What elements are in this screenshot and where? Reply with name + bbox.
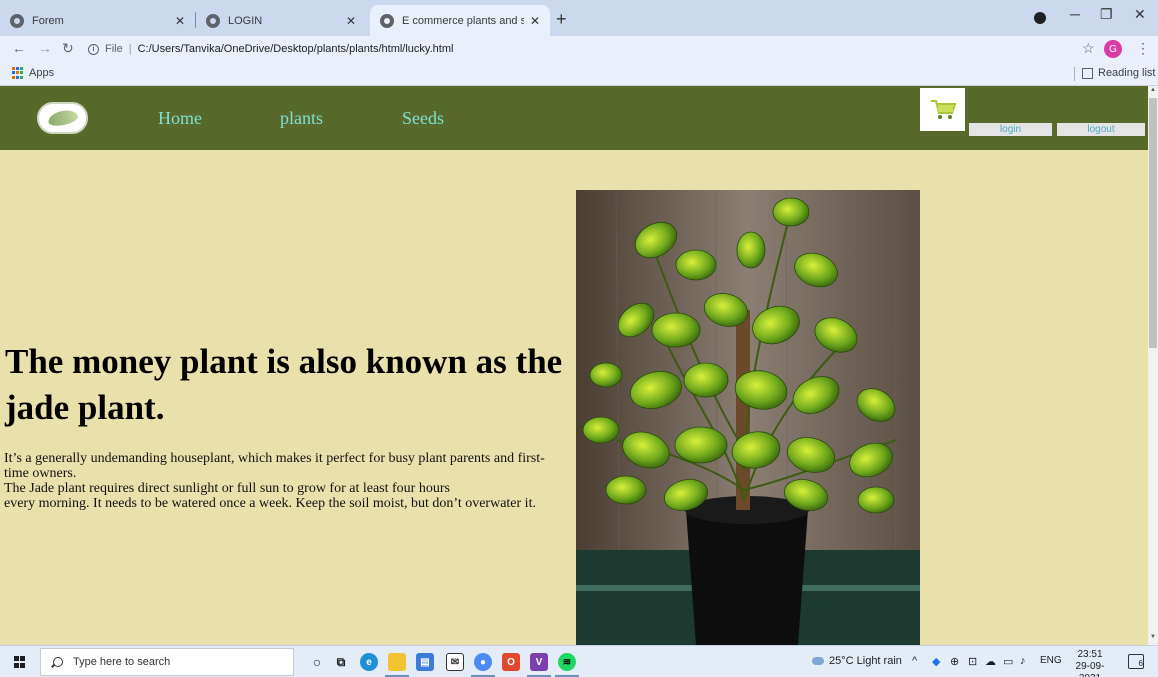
vscode-icon[interactable]: V [530, 653, 548, 671]
money-plant-image [576, 190, 920, 645]
bookmark-star-icon[interactable]: ☆ [1082, 40, 1095, 57]
cortana-icon[interactable]: ○ [308, 653, 326, 671]
profile-icon[interactable] [1034, 12, 1046, 24]
weather-widget[interactable]: 25°C Light rain [812, 655, 902, 667]
restore-icon[interactable]: ❐ [1100, 6, 1113, 23]
network-globe-icon[interactable]: ⊕ [950, 655, 959, 668]
globe-icon [380, 13, 394, 28]
globe-icon [10, 13, 24, 28]
browser-tab-strip: Forem ✕ LOGIN ✕ E commerce plants and se… [0, 0, 1158, 36]
browser-toolbar: ← → ↻ i File | C:/Users/Tanvika/OneDrive… [0, 36, 1158, 62]
leaf-icon [46, 108, 79, 128]
info-icon[interactable]: i [88, 43, 99, 55]
cloud-rain-icon [812, 657, 824, 665]
scrollbar-thumb[interactable] [1149, 98, 1157, 348]
description-line: every morning. It needs to be watered on… [4, 496, 536, 511]
reading-list-label: Reading list [1098, 67, 1156, 79]
description-line: The Jade plant requires direct sunlight … [4, 481, 450, 496]
notification-icon[interactable]: 6 [1128, 654, 1144, 669]
nav-plants[interactable]: plants [280, 108, 323, 129]
menu-icon[interactable]: ⋮ [1136, 40, 1150, 57]
apps-grid-icon [12, 67, 24, 79]
minimize-icon[interactable]: ─ [1070, 6, 1080, 22]
chrome-icon[interactable]: ● [474, 653, 492, 671]
page-title: The money plant is also known as the jad… [5, 342, 563, 427]
volume-icon[interactable]: ♪ [1020, 655, 1026, 667]
globe-icon [206, 13, 220, 28]
mail-icon[interactable]: ✉ [446, 653, 464, 671]
search-placeholder: Type here to search [73, 656, 171, 668]
tab-title: Forem [32, 14, 64, 27]
taskbar-search-input[interactable]: Type here to search [40, 648, 294, 676]
clock-time: 23:51 [1077, 649, 1103, 660]
dropbox-icon[interactable]: ◆ [932, 655, 940, 668]
language-indicator[interactable]: ENG [1040, 655, 1062, 666]
windows-taskbar: Type here to search ○ ⧉ e ▤ ✉ ● O V ≋ 25… [0, 645, 1158, 677]
notification-count: 6 [1138, 659, 1143, 668]
scroll-down-icon[interactable]: ▼ [1150, 634, 1156, 640]
weather-text: 25°C Light rain [829, 655, 902, 667]
login-button[interactable]: login [969, 123, 1052, 136]
close-icon[interactable]: ✕ [175, 14, 185, 28]
tab-forem[interactable]: Forem ✕ [0, 5, 195, 36]
tab-title: LOGIN [228, 14, 263, 27]
scroll-up-icon[interactable]: ▲ [1150, 87, 1156, 93]
spotify-icon[interactable]: ≋ [558, 653, 576, 671]
new-tab-button[interactable]: + [556, 9, 567, 30]
nav-seeds[interactable]: Seeds [402, 108, 444, 129]
office-icon[interactable]: O [502, 653, 520, 671]
url-scheme-label: File [105, 43, 123, 55]
reading-list-icon [1082, 67, 1093, 79]
logout-button[interactable]: logout [1057, 123, 1145, 136]
nav-home[interactable]: Home [158, 108, 202, 129]
back-icon[interactable]: ← [12, 40, 26, 56]
tab-ecommerce[interactable]: E commerce plants and seeds pl ✕ [370, 5, 550, 36]
cart-icon [930, 99, 956, 119]
bookmarks-divider [1074, 67, 1075, 81]
tab-login[interactable]: LOGIN ✕ [196, 5, 366, 36]
apps-label: Apps [29, 67, 55, 79]
description-line: It’s a generally undemanding houseplant,… [4, 451, 545, 481]
forward-icon[interactable]: → [38, 40, 52, 56]
chevron-up-icon[interactable]: ^ [912, 655, 917, 667]
close-icon[interactable]: ✕ [346, 14, 356, 28]
edge-icon[interactable]: e [360, 653, 378, 671]
task-view-icon[interactable]: ⧉ [332, 653, 350, 671]
page-scrollbar[interactable]: ▲ ▼ [1148, 86, 1158, 645]
page-viewport: Home plants Seeds login logout The money… [0, 86, 1148, 645]
search-icon [53, 657, 63, 667]
cart-button[interactable] [920, 88, 965, 131]
bookmarks-bar: Apps Reading list [0, 62, 1158, 86]
reading-list-button[interactable]: Reading list [1082, 67, 1155, 79]
close-window-icon[interactable]: ✕ [1134, 6, 1146, 23]
taskbar-clock[interactable]: 23:51 29-09-2021 [1068, 649, 1112, 677]
cloud-icon[interactable]: ☁ [985, 655, 996, 668]
reload-icon[interactable]: ↻ [62, 40, 74, 57]
file-explorer-icon[interactable] [388, 653, 406, 671]
store-icon[interactable]: ▤ [416, 653, 434, 671]
battery-icon[interactable]: ▭ [1003, 655, 1013, 668]
windows-start-icon[interactable] [14, 656, 26, 668]
url-divider: | [128, 43, 132, 55]
usb-icon[interactable]: ⊡ [968, 655, 977, 668]
avatar[interactable]: G [1104, 40, 1122, 58]
clock-date: 29-09-2021 [1075, 661, 1105, 677]
address-bar[interactable]: i File | C:/Users/Tanvika/OneDrive/Deskt… [88, 38, 1068, 60]
url-text: C:/Users/Tanvika/OneDrive/Desktop/plants… [137, 43, 454, 55]
site-logo[interactable] [37, 102, 88, 134]
site-header: Home plants Seeds login logout [0, 86, 1148, 150]
apps-shortcut[interactable]: Apps [12, 67, 54, 79]
description: It’s a generally undemanding houseplant,… [4, 451, 569, 511]
tab-title: E commerce plants and seeds pl [402, 14, 524, 27]
close-icon[interactable]: ✕ [530, 14, 540, 28]
